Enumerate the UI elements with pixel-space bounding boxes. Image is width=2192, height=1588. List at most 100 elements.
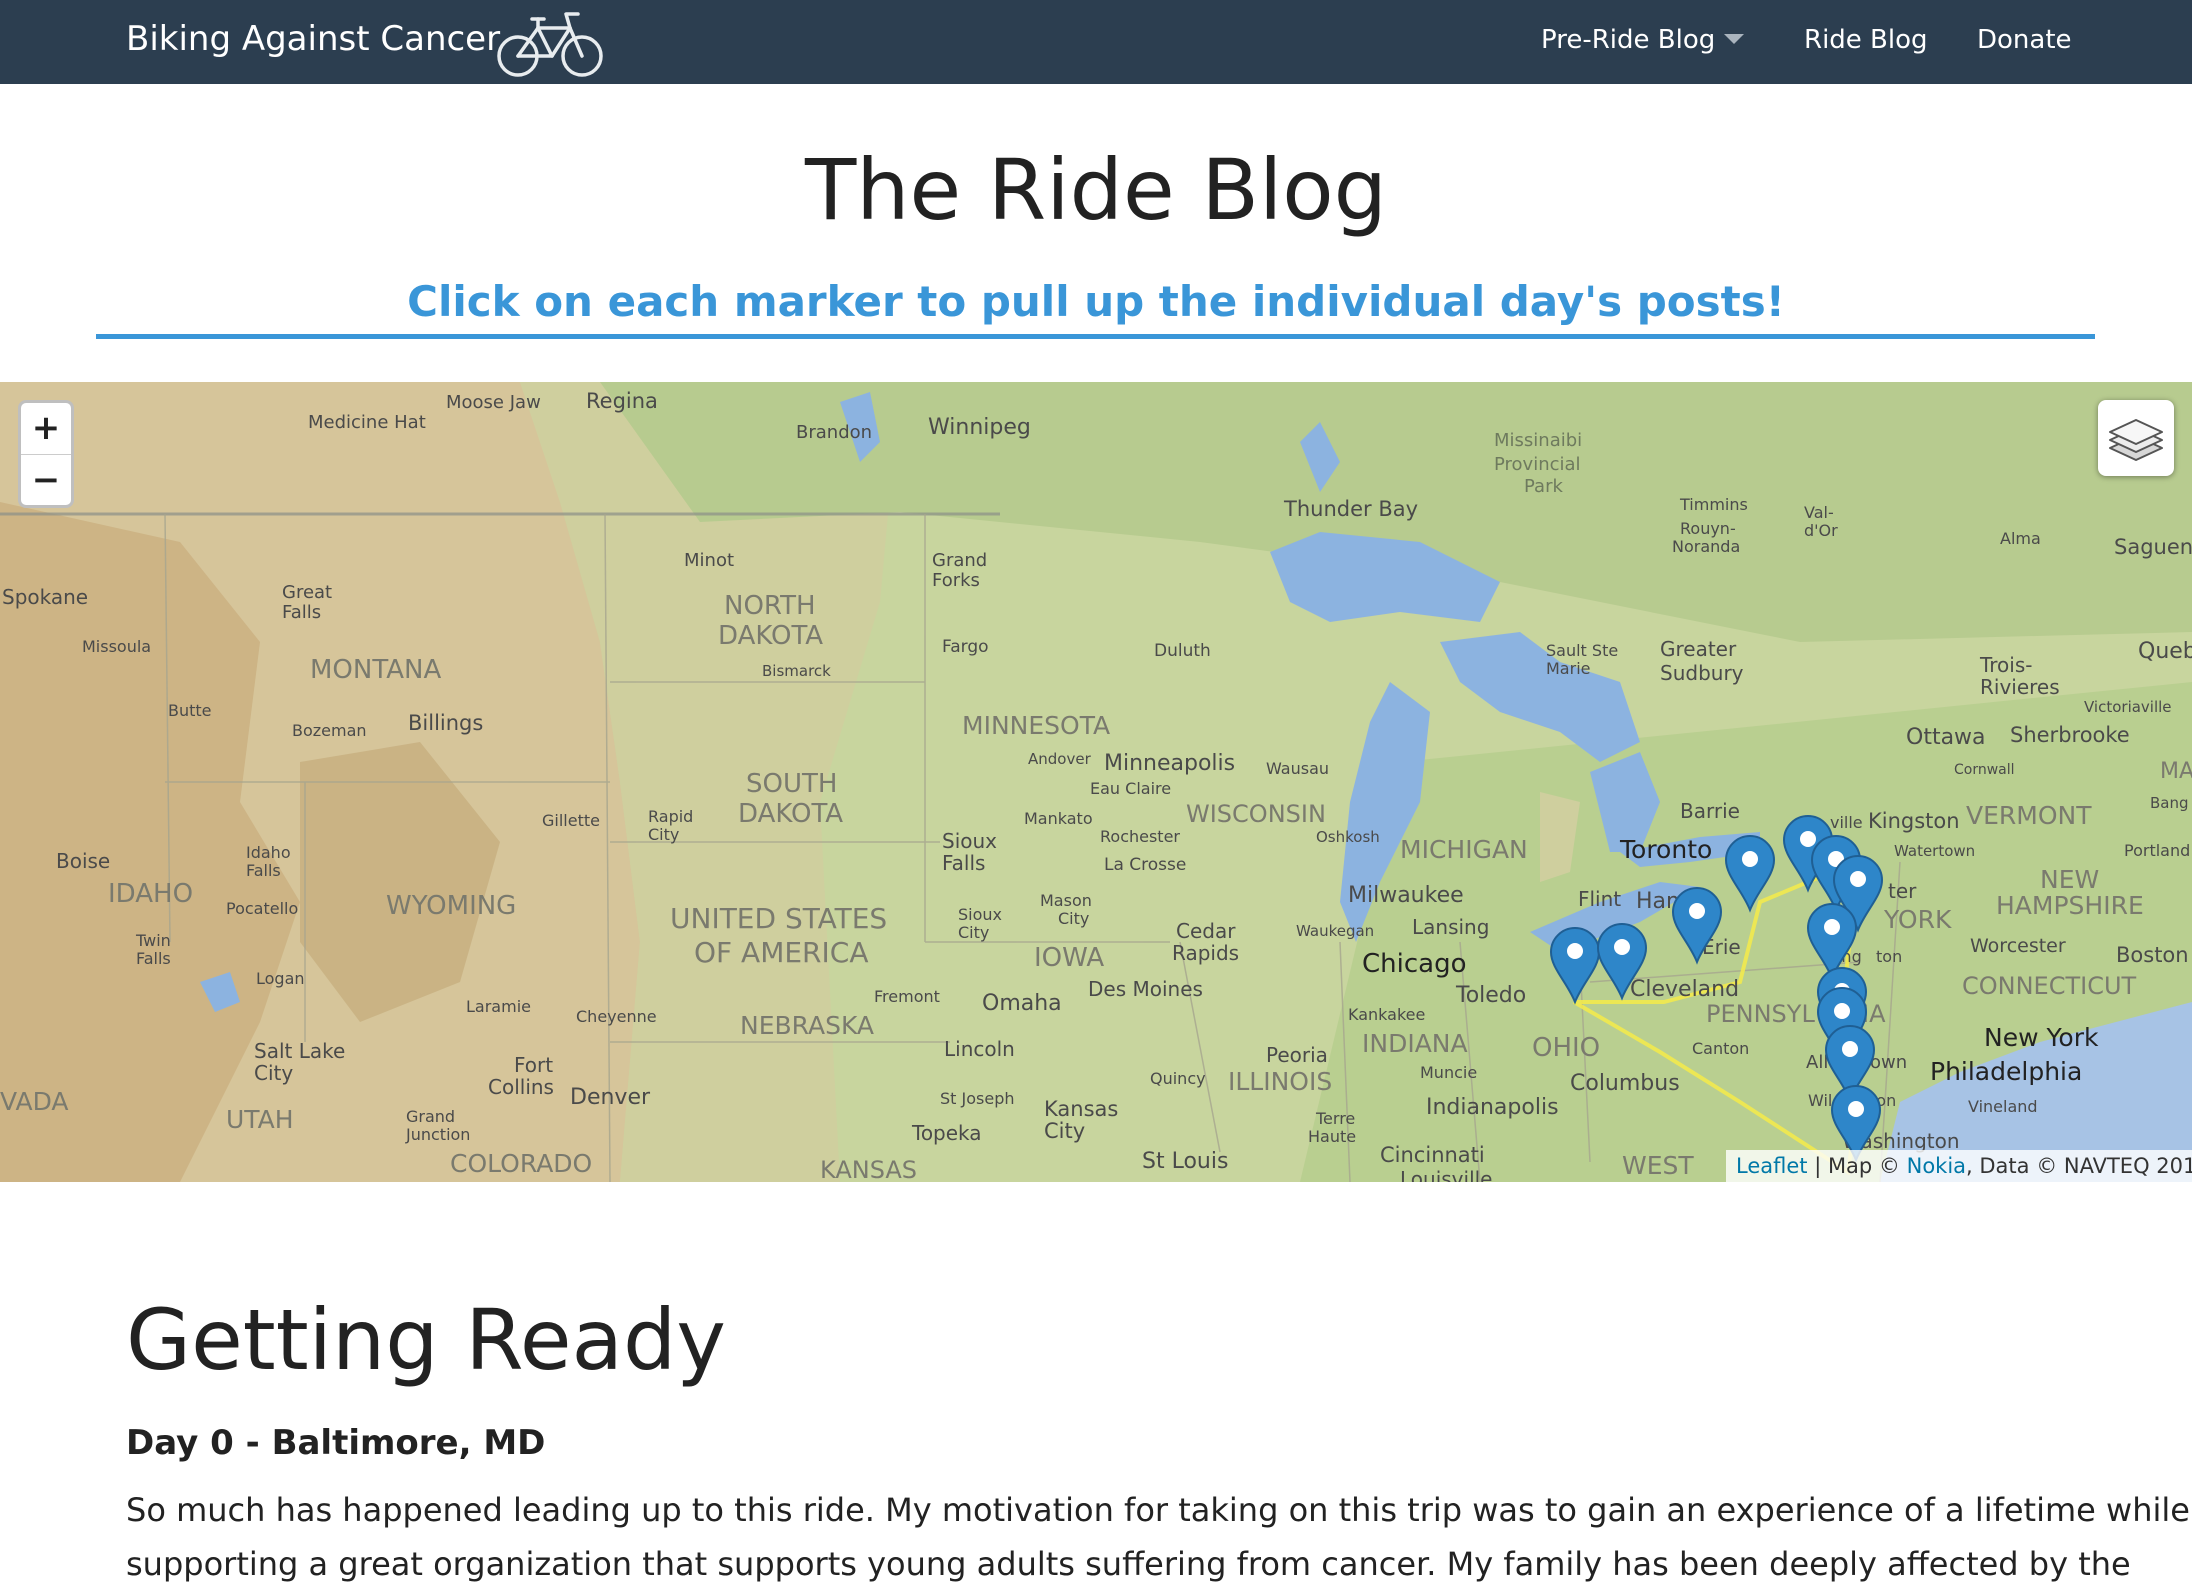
map-label: New York	[1984, 1023, 2099, 1052]
map-label: MICHIGAN	[1400, 835, 1528, 864]
map-tiles[interactable]: Moose Jaw Regina Medicine Hat Brandon Wi…	[0, 382, 2192, 1182]
map-label: Duluth	[1154, 641, 1211, 661]
map-label: Greater	[1660, 637, 1737, 661]
map-label: Kankakee	[1348, 1005, 1425, 1024]
map-label: Quebec	[2138, 639, 2192, 664]
map-label: Missoula	[82, 637, 151, 656]
map-label: Wil	[1808, 1091, 1832, 1110]
map-label: Cornwall	[1954, 762, 2015, 778]
map-label: Junction	[405, 1125, 470, 1144]
map-label: Mankato	[1024, 809, 1093, 828]
map-label: Twin	[135, 931, 171, 950]
map-label: Indianapolis	[1426, 1095, 1559, 1120]
zoom-control: + −	[18, 400, 74, 508]
map-label: Topeka	[911, 1121, 982, 1145]
map-label: Portland	[2124, 841, 2190, 860]
zoom-out-button[interactable]: −	[21, 454, 71, 505]
caret-down-icon[interactable]	[1724, 34, 1744, 44]
page-title: The Ride Blog	[804, 141, 1387, 239]
map-label: Toronto	[1619, 835, 1712, 864]
map-label: St Joseph	[940, 1089, 1015, 1108]
map-label: La Crosse	[1104, 855, 1186, 875]
map-label: CONNECTICUT	[1962, 972, 2137, 1000]
map-label: ILLINOIS	[1228, 1067, 1332, 1096]
map-label: Falls	[136, 949, 171, 968]
layers-button[interactable]	[2098, 400, 2174, 476]
map-label: Rapid	[648, 807, 693, 826]
brand-link[interactable]: Biking Against Cancer	[126, 16, 500, 62]
map-label: Cheyenne	[576, 1007, 657, 1026]
map-label: Flint	[1578, 887, 1621, 911]
map-label: Andover	[1028, 750, 1092, 768]
map-label: Cincinnati	[1380, 1143, 1485, 1167]
map-label: City	[958, 923, 989, 942]
map-label: Laramie	[466, 997, 531, 1016]
map-label: Haute	[1308, 1127, 1356, 1146]
map-label: Brandon	[796, 422, 872, 443]
map-label: Spokane	[2, 585, 88, 609]
map-label: Saguena	[2114, 535, 2192, 559]
map-label: SOUTH	[746, 769, 837, 799]
zoom-in-button[interactable]: +	[21, 403, 71, 454]
map-label: Ottawa	[1906, 725, 1986, 750]
map-label: Falls	[282, 602, 321, 623]
map-label: Watertown	[1894, 842, 1975, 860]
map-label: HAMPSHIRE	[1996, 891, 2144, 920]
map-label: Cedar	[1176, 919, 1236, 943]
layers-icon	[2109, 419, 2163, 461]
map-label: Idaho	[246, 843, 291, 862]
map-label: IOWA	[1034, 943, 1104, 973]
map-label: Sherbrooke	[2010, 723, 2130, 747]
route-map[interactable]: Moose Jaw Regina Medicine Hat Brandon Wi…	[0, 382, 2192, 1182]
map-label: Sioux	[942, 829, 997, 853]
map-label: Minneapolis	[1104, 751, 1235, 776]
map-label: Salt Lake	[254, 1039, 345, 1063]
map-label: Rochester	[1100, 827, 1180, 846]
map-label: NEW	[2040, 865, 2099, 894]
map-label: Forks	[932, 570, 980, 591]
map-label: COLORADO	[450, 1149, 592, 1178]
map-label: own	[1870, 1052, 1907, 1073]
leaflet-link[interactable]: Leaflet	[1736, 1154, 1808, 1178]
map-label: Minot	[684, 550, 734, 571]
map-label: Logan	[256, 969, 305, 988]
map-label: Falls	[246, 861, 281, 880]
map-label: Wausau	[1266, 759, 1329, 778]
bicycle-icon[interactable]	[492, 6, 608, 78]
map-label: Rouyn-	[1680, 519, 1736, 538]
map-label: Oshkosh	[1316, 828, 1380, 846]
map-label: OHIO	[1532, 1033, 1600, 1063]
map-label: City	[254, 1061, 293, 1085]
map-label: WISCONSIN	[1186, 800, 1326, 828]
map-label: WYOMING	[386, 891, 516, 921]
map-label: MONTANA	[310, 655, 441, 685]
map-label: Medicine Hat	[308, 412, 426, 433]
map-label: Alma	[2000, 529, 2041, 548]
map-label: KANSAS	[820, 1156, 917, 1182]
map-label: Park	[1524, 476, 1563, 497]
map-label: NORTH	[724, 591, 816, 621]
attribution-data: , Data © NAVTEQ 2012	[1966, 1154, 2192, 1178]
nav-donate[interactable]: Donate	[1977, 20, 2072, 60]
map-label: Eau Claire	[1090, 779, 1171, 798]
map-label: Bismarck	[762, 662, 831, 680]
map-label: Waukegan	[1296, 922, 1374, 940]
map-label: NEBRASKA	[740, 1011, 874, 1040]
map-label: WEST	[1622, 1151, 1694, 1180]
map-label: Sault Ste	[1546, 641, 1618, 660]
nav-ride-blog[interactable]: Ride Blog	[1804, 20, 1928, 60]
map-label: Trois-	[1979, 653, 2033, 677]
map-label: Rapids	[1172, 941, 1239, 965]
map-label: IDAHO	[108, 879, 193, 909]
map-label: Mason	[1040, 891, 1092, 910]
map-label: Kansas	[1044, 1097, 1118, 1121]
map-label: Fremont	[874, 987, 940, 1006]
nav-pre-ride-blog[interactable]: Pre-Ride Blog	[1541, 20, 1715, 60]
map-label: Timmins	[1679, 495, 1748, 514]
map-label: Thunder Bay	[1283, 497, 1418, 521]
map-label: VERMONT	[1966, 801, 2092, 830]
map-label: City	[1058, 909, 1089, 928]
map-label: MA	[2160, 759, 2192, 784]
map-label: Butte	[168, 701, 212, 720]
nokia-link[interactable]: Nokia	[1907, 1154, 1966, 1178]
